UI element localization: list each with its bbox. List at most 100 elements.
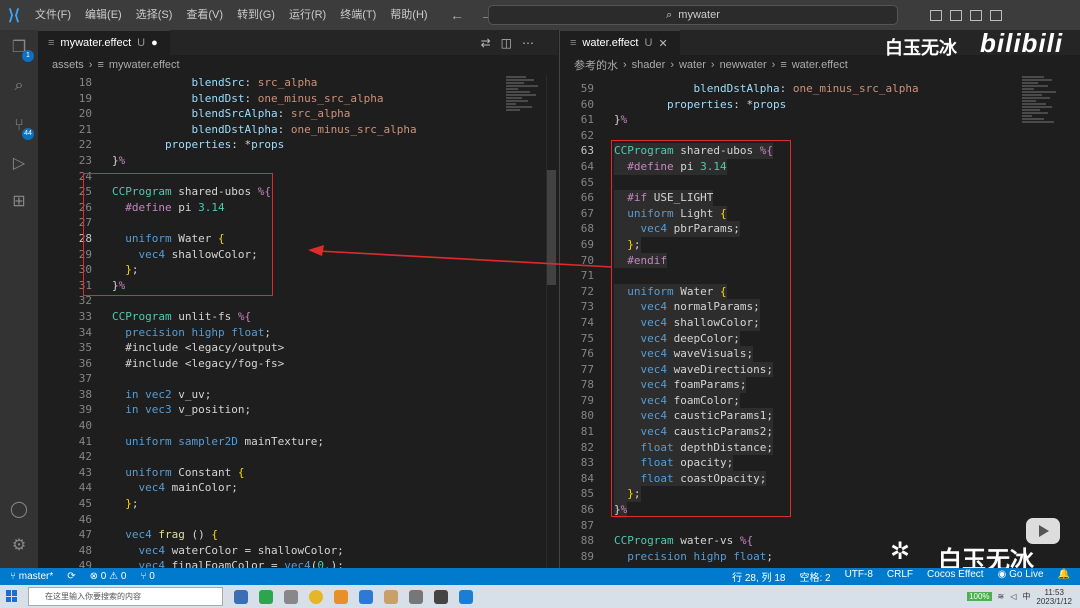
line-ending[interactable]: CRLF — [887, 569, 913, 584]
code-line[interactable]: 37 — [38, 371, 558, 387]
code-line[interactable]: 38 in vec2 v_uv; — [38, 387, 558, 403]
more-actions-icon[interactable]: ⋯ — [522, 36, 534, 50]
customize-layout-icon[interactable] — [990, 9, 1002, 21]
breadcrumb-item[interactable]: water.effect — [792, 59, 848, 71]
menu-edit[interactable]: 编辑(E) — [78, 0, 129, 30]
line-number: 36 — [78, 356, 92, 370]
taskbar-app-icon[interactable] — [359, 589, 373, 604]
code-text: }; — [125, 497, 139, 511]
breadcrumb-item[interactable]: mywater.effect — [109, 59, 180, 71]
indentation[interactable]: 空格: 2 — [799, 569, 830, 584]
command-center-search[interactable]: ⌕ mywater — [488, 5, 898, 25]
taskbar-app-icon[interactable] — [284, 589, 298, 604]
code-line[interactable]: 23}% — [38, 153, 558, 169]
sync-icon[interactable]: ⟳ — [67, 571, 75, 582]
menu-view[interactable]: 查看(V) — [179, 0, 230, 30]
breadcrumb-item[interactable]: newwater — [720, 59, 767, 71]
language-mode[interactable]: Cocos Effect — [927, 569, 984, 584]
breadcrumb-item[interactable]: water — [679, 59, 706, 71]
code-line[interactable]: 41 uniform sampler2D mainTexture; — [38, 434, 558, 450]
start-windows-icon[interactable] — [6, 590, 18, 602]
line-number: 67 — [580, 206, 594, 220]
ime-indicator[interactable]: 中 — [1022, 591, 1030, 602]
taskbar-app-icon[interactable] — [409, 589, 423, 604]
go-live-button[interactable]: ◉ Go Live — [998, 569, 1044, 584]
unsaved-dot-icon[interactable]: ● — [151, 37, 158, 49]
volume-icon[interactable]: ◁ — [1010, 592, 1016, 601]
menu-file[interactable]: 文件(F) — [28, 0, 78, 30]
clock[interactable]: 11:53 2023/1/12 — [1036, 588, 1072, 606]
taskbar-app-icon[interactable] — [434, 589, 448, 604]
taskbar-app-icon[interactable] — [234, 589, 248, 604]
vscode-logo-icon[interactable]: ⟩⟨ — [0, 0, 28, 30]
chrome-icon[interactable] — [309, 589, 323, 604]
toggle-sidebar-icon[interactable] — [930, 9, 942, 21]
notifications-bell-icon[interactable]: 🔔 — [1058, 569, 1070, 584]
open-changes-icon[interactable]: ⇄ — [481, 36, 491, 50]
git-branch[interactable]: ⑂ master* — [10, 571, 53, 582]
code-line[interactable]: 60 properties: *props — [560, 97, 1080, 113]
toggle-panel-icon[interactable] — [950, 9, 962, 21]
code-line[interactable]: 19 blendDst: one_minus_src_alpha — [38, 91, 558, 107]
split-editor-icon[interactable]: ◫ — [501, 36, 512, 50]
tab-water-effect[interactable]: ≡ water.effect U ✕ — [560, 30, 680, 55]
code-line[interactable]: 35 #include <legacy/output> — [38, 340, 558, 356]
right-minimap[interactable] — [1022, 75, 1062, 124]
wifi-icon[interactable]: ≋ — [998, 592, 1005, 601]
cursor-position[interactable]: 行 28, 列 18 — [732, 569, 785, 584]
code-line[interactable]: 44 vec4 mainColor; — [38, 480, 558, 496]
tab-mywater-effect[interactable]: ≡ mywater.effect U ● — [38, 30, 170, 55]
toggle-secondary-sidebar-icon[interactable] — [970, 9, 982, 21]
code-line[interactable]: 22 properties: *props — [38, 137, 558, 153]
code-line[interactable]: 47 vec4 frag () { — [38, 527, 558, 543]
left-scrollbar[interactable] — [546, 75, 556, 568]
left-code-editor[interactable]: 18 blendSrc: src_alpha 19 blendDst: one_m… — [38, 75, 558, 568]
close-tab-icon[interactable]: ✕ — [658, 37, 667, 50]
breadcrumb-item[interactable]: assets — [52, 59, 84, 71]
code-line[interactable]: 34 precision highp float; — [38, 325, 558, 341]
code-line[interactable]: 21 blendDstAlpha: one_minus_src_alpha — [38, 122, 558, 138]
code-line[interactable]: 39 in vec3 v_position; — [38, 402, 558, 418]
search-view-icon[interactable]: ⌕ — [9, 76, 29, 96]
menu-help[interactable]: 帮助(H) — [383, 0, 434, 30]
code-line[interactable]: 45 }; — [38, 496, 558, 512]
run-debug-icon[interactable]: ▷ — [9, 154, 29, 174]
vscode-taskbar-icon[interactable] — [459, 589, 473, 604]
code-line[interactable]: 46 — [38, 512, 558, 528]
taskbar-app-icon[interactable] — [259, 589, 273, 604]
problems-indicator[interactable]: ⊗ 0 ⚠ 0 — [90, 571, 127, 582]
line-number: 72 — [580, 284, 594, 298]
menu-terminal[interactable]: 终端(T) — [333, 0, 383, 30]
extensions-icon[interactable]: ⊞ — [9, 192, 29, 212]
code-line[interactable]: 42 — [38, 449, 558, 465]
code-line[interactable]: 49 vec4 finalFoamColor = vec4(0.); — [38, 558, 558, 568]
breadcrumb-item[interactable]: 参考的水 — [574, 57, 618, 73]
code-line[interactable]: 48 vec4 waterColor = shallowColor; — [38, 543, 558, 559]
code-line[interactable]: 20 blendSrcAlpha: src_alpha — [38, 106, 558, 122]
code-line[interactable]: 33 CCProgram unlit-fs %{ — [38, 309, 558, 325]
menu-selection[interactable]: 选择(S) — [129, 0, 180, 30]
code-line[interactable]: 43 uniform Constant { — [38, 465, 558, 481]
code-line[interactable]: 59 blendDstAlpha: one_minus_src_alpha — [560, 81, 1080, 97]
source-control-icon[interactable]: ⑂ 44 — [9, 116, 34, 140]
code-text: CCProgram water-vs %{ — [614, 534, 754, 548]
menu-run[interactable]: 运行(R) — [282, 0, 333, 30]
settings-gear-icon[interactable]: ⚙ — [9, 536, 29, 556]
explorer-icon[interactable]: ❐ 1 — [9, 38, 34, 62]
taskbar-search-input[interactable]: 在这里输入你要搜索的内容 — [28, 587, 223, 606]
back-arrow-icon[interactable]: ← — [450, 7, 464, 23]
left-minimap[interactable] — [506, 75, 546, 112]
battery-indicator[interactable]: 100% — [967, 592, 992, 601]
taskbar-app-icon[interactable] — [384, 589, 398, 604]
menu-go[interactable]: 转到(G) — [230, 0, 282, 30]
encoding[interactable]: UTF-8 — [845, 569, 873, 584]
code-line[interactable]: 18 blendSrc: src_alpha — [38, 75, 558, 91]
ports-indicator[interactable]: ⑂ 0 — [140, 571, 154, 582]
code-line[interactable]: 40 — [38, 418, 558, 434]
code-line[interactable]: 36 #include <legacy/fog-fs> — [38, 356, 558, 372]
breadcrumb-item[interactable]: shader — [632, 59, 666, 71]
account-icon[interactable]: ◯ — [9, 500, 29, 520]
code-line[interactable]: 61}% — [560, 112, 1080, 128]
taskbar-app-icon[interactable] — [334, 589, 348, 604]
code-line[interactable]: 87 — [560, 518, 1080, 534]
